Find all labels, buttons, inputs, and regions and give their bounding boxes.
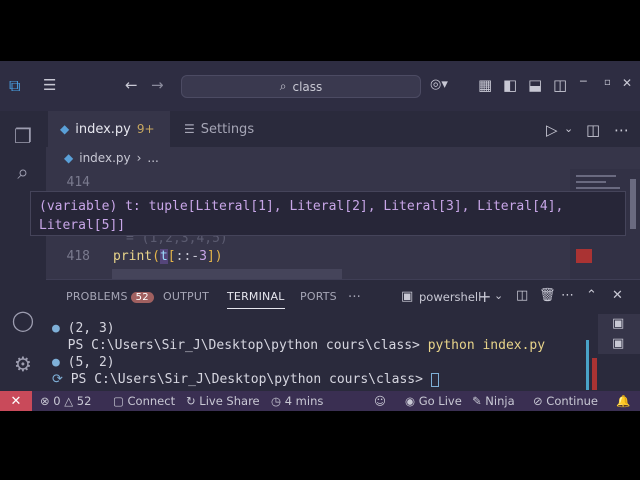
- ninja-status[interactable]: ✎ Ninja: [472, 394, 515, 408]
- title-bar: ⧉ ☰ ← → ⌕ class ◎▾ ▦ ◧ ⬓ ◫ ─ ▫ ✕: [0, 61, 640, 111]
- breadcrumb-more[interactable]: ...: [147, 151, 158, 165]
- split-editor-icon[interactable]: ◫: [586, 121, 600, 139]
- tab-label: index.py: [75, 121, 131, 137]
- back-arrow-icon[interactable]: ←: [125, 76, 138, 94]
- problems-status[interactable]: ⊗ 0 △ 52: [40, 394, 91, 408]
- menu-icon[interactable]: ☰: [43, 76, 56, 94]
- panel-toggle-icon[interactable]: ⬓: [528, 76, 542, 94]
- terminal-icon: ▣: [401, 289, 414, 304]
- maximize-panel-icon[interactable]: ⌃: [586, 288, 597, 303]
- python-file-icon: ◆: [60, 122, 70, 136]
- layout-icon[interactable]: ▦: [478, 76, 492, 94]
- line-number: 418: [66, 249, 90, 264]
- tab-index-py[interactable]: ◆ index.py 9+: [48, 111, 170, 147]
- settings-gear-icon[interactable]: ⚙: [10, 351, 36, 377]
- terminal-output: ● (5, 2): [52, 355, 115, 370]
- shell-name[interactable]: powershell: [419, 290, 481, 304]
- python-file-icon: ◆: [64, 151, 74, 165]
- horizontal-scrollbar[interactable]: [112, 269, 342, 279]
- go-live-status[interactable]: ◉ Go Live: [405, 394, 462, 408]
- notifications-bell-icon[interactable]: 🔔: [616, 394, 630, 408]
- settings-icon: ☰: [184, 122, 195, 136]
- terminal-prompt: PS C:\Users\Sir_J\Desktop\python cours\c…: [67, 338, 546, 353]
- minimize-icon[interactable]: ─: [580, 75, 587, 88]
- chevron-right-icon: ›: [136, 151, 142, 165]
- continue-status[interactable]: ⊘ Continue: [533, 394, 598, 408]
- terminal-error-marker: [592, 358, 597, 390]
- run-icon[interactable]: ▷: [546, 121, 558, 139]
- panel-tab-problems[interactable]: PROBLEMS 52: [66, 290, 154, 303]
- restore-icon[interactable]: ▫: [604, 77, 611, 88]
- command-center-search[interactable]: ⌕ class: [181, 75, 421, 98]
- trash-icon[interactable]: 🗑: [539, 288, 556, 303]
- terminal-instance-icon[interactable]: ▣: [612, 336, 624, 351]
- close-icon[interactable]: ✕: [622, 76, 632, 90]
- sidebar-right-toggle-icon[interactable]: ◫: [553, 76, 567, 94]
- vscode-window: ⧉ ☰ ← → ⌕ class ◎▾ ▦ ◧ ⬓ ◫ ─ ▫ ✕ ❐ ⌕ ◯ ⚙…: [0, 61, 640, 411]
- run-dropdown-icon[interactable]: ⌄: [564, 122, 573, 135]
- bottom-panel: PROBLEMS 52 OUTPUT TERMINAL PORTS ... ▣ p…: [46, 279, 640, 391]
- tab-settings[interactable]: ☰ Settings: [172, 111, 322, 147]
- search-icon: ⌕: [279, 79, 287, 93]
- terminal-instance-icon[interactable]: ▣: [612, 316, 624, 331]
- terminal-list: ▣ ▣: [598, 314, 640, 354]
- account-icon[interactable]: ◯: [10, 307, 36, 333]
- panel-tab-terminal[interactable]: TERMINAL: [227, 290, 285, 309]
- live-share-status[interactable]: ↻ Live Share: [186, 394, 260, 408]
- more-actions-icon[interactable]: ⋯: [614, 121, 629, 139]
- explorer-icon[interactable]: ❐: [10, 123, 36, 149]
- forward-arrow-icon[interactable]: →: [151, 76, 164, 94]
- copilot-icon[interactable]: ◎▾: [430, 77, 448, 92]
- more-actions-icon[interactable]: ⋯: [561, 288, 574, 303]
- code-line: print(t[::-3]): [113, 249, 223, 264]
- type-hover-tooltip: (variable) t: tuple[Literal[1], Literal[…: [30, 191, 626, 236]
- add-terminal-icon[interactable]: +: [478, 287, 491, 306]
- activity-bar: ❐ ⌕ ◯ ⚙: [0, 111, 46, 391]
- problem-count-badge: 52: [130, 292, 154, 303]
- panel-tab-ports[interactable]: PORTS: [300, 290, 337, 303]
- close-panel-icon[interactable]: ✕: [612, 288, 623, 303]
- split-terminal-icon[interactable]: ◫: [516, 288, 528, 303]
- tab-label: Settings: [200, 121, 255, 137]
- terminal-cursor: [430, 372, 439, 387]
- timer-status[interactable]: ◷ 4 mins: [271, 394, 323, 408]
- terminal-output: ● (2, 3): [52, 321, 115, 336]
- connect-status[interactable]: ▢ Connect: [113, 394, 175, 408]
- status-bar: ✕ ⊗ 0 △ 52 ▢ Connect ↻ Live Share ◷ 4 mi…: [0, 391, 640, 411]
- panel-tab-output[interactable]: OUTPUT: [163, 290, 209, 303]
- search-icon[interactable]: ⌕: [10, 159, 36, 185]
- editor-tabs: ◆ index.py 9+ ☰ Settings ▷ ⌄ ◫ ⋯: [46, 111, 640, 147]
- problem-count-badge: 9+: [136, 122, 155, 136]
- tab-label: PROBLEMS: [66, 290, 128, 303]
- breadcrumb: ◆ index.py › ...: [46, 147, 640, 169]
- terminal-dropdown-icon[interactable]: ⌄: [494, 289, 503, 302]
- line-number: 414: [66, 175, 90, 190]
- terminal-scroll-marker: [586, 340, 589, 390]
- vscode-logo-icon: ⧉: [9, 76, 21, 95]
- copilot-status-icon[interactable]: ☺: [374, 394, 386, 408]
- panel-more-tabs[interactable]: ...: [348, 286, 361, 301]
- sidebar-left-toggle-icon[interactable]: ◧: [503, 76, 517, 94]
- breadcrumb-file[interactable]: index.py: [79, 151, 130, 165]
- terminal-prompt[interactable]: ⟳ PS C:\Users\Sir_J\Desktop\python cours…: [52, 372, 439, 387]
- remote-indicator-icon[interactable]: ✕: [0, 391, 32, 411]
- search-text: class: [292, 79, 323, 94]
